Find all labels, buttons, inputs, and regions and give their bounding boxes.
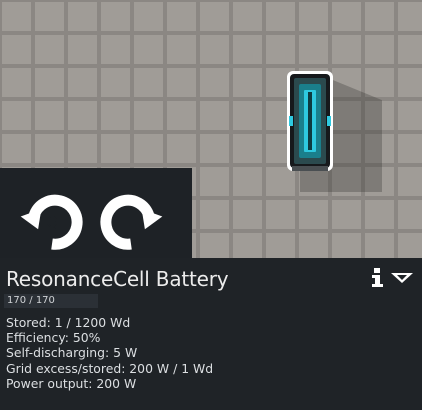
stat-power-output: Power output: 200 W xyxy=(6,375,137,391)
stat-grid-excess: Grid excess/stored: 200 W / 1 Wd xyxy=(6,360,214,376)
rotate-panel: Q E xyxy=(0,168,192,258)
info-icon[interactable] xyxy=(370,268,384,288)
stats-list: Stored: 1 / 1200 Wd Efficiency: 50% Self… xyxy=(6,315,213,391)
stat-stored: Stored: 1 / 1200 Wd xyxy=(6,315,131,330)
rotate-left-key: Q xyxy=(46,213,58,231)
rotate-left-button[interactable]: Q xyxy=(20,190,84,254)
health-text: 170 / 170 xyxy=(7,295,55,306)
chevron-down-icon[interactable] xyxy=(391,273,413,283)
stat-efficiency: Efficiency: 50% xyxy=(6,330,101,346)
building-info-panel: ResonanceCell Battery 170 / 170 Stored: … xyxy=(0,258,422,410)
rotate-right-key: E xyxy=(126,213,136,231)
health-bar: 170 / 170 xyxy=(4,294,98,308)
rotate-right-button[interactable]: E xyxy=(99,190,163,254)
battery-building[interactable] xyxy=(286,70,334,172)
stat-self-discharging: Self-discharging: 5 W xyxy=(6,345,138,361)
building-title: ResonanceCell Battery xyxy=(6,267,229,291)
